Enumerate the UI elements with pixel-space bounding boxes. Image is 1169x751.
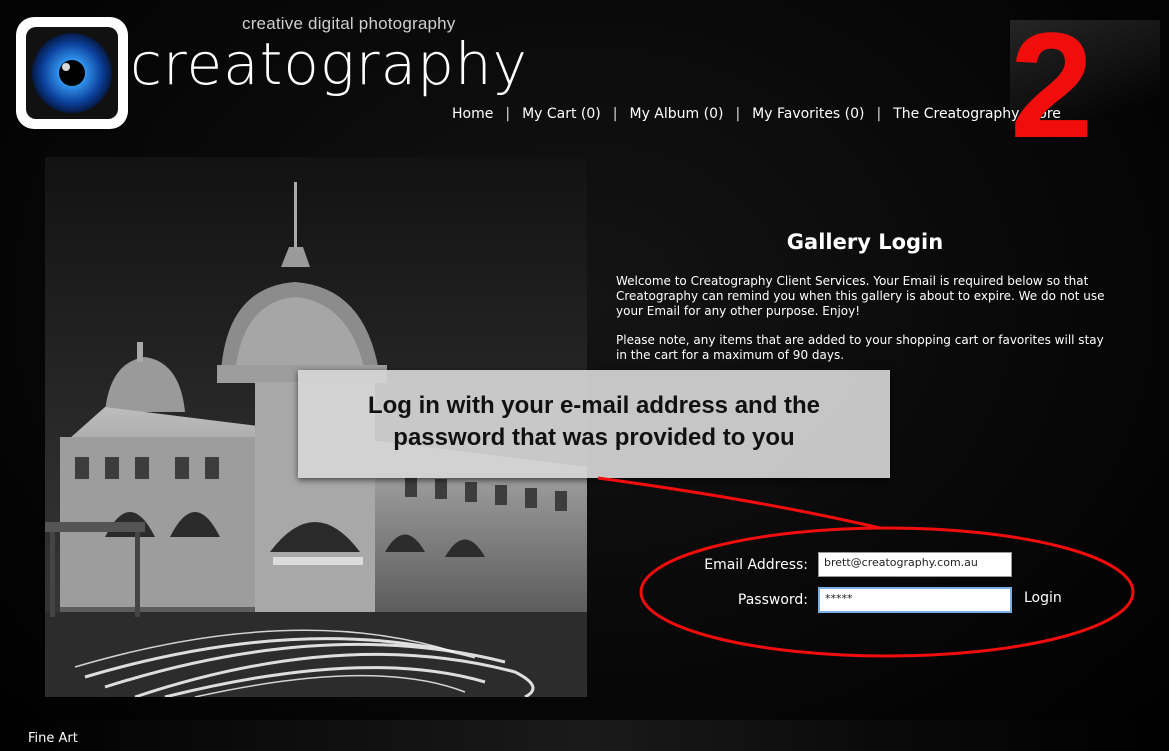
red-annotation-ellipse (597, 476, 1135, 658)
password-label: Password: (737, 592, 808, 608)
email-field[interactable]: brett@creatography.com.au (818, 552, 1012, 577)
email-label: Email Address: (704, 557, 808, 573)
login-button[interactable]: Login (1024, 590, 1062, 606)
password-field[interactable]: ***** (818, 587, 1012, 613)
footer-category-fine-art[interactable]: Fine Art (28, 731, 78, 746)
